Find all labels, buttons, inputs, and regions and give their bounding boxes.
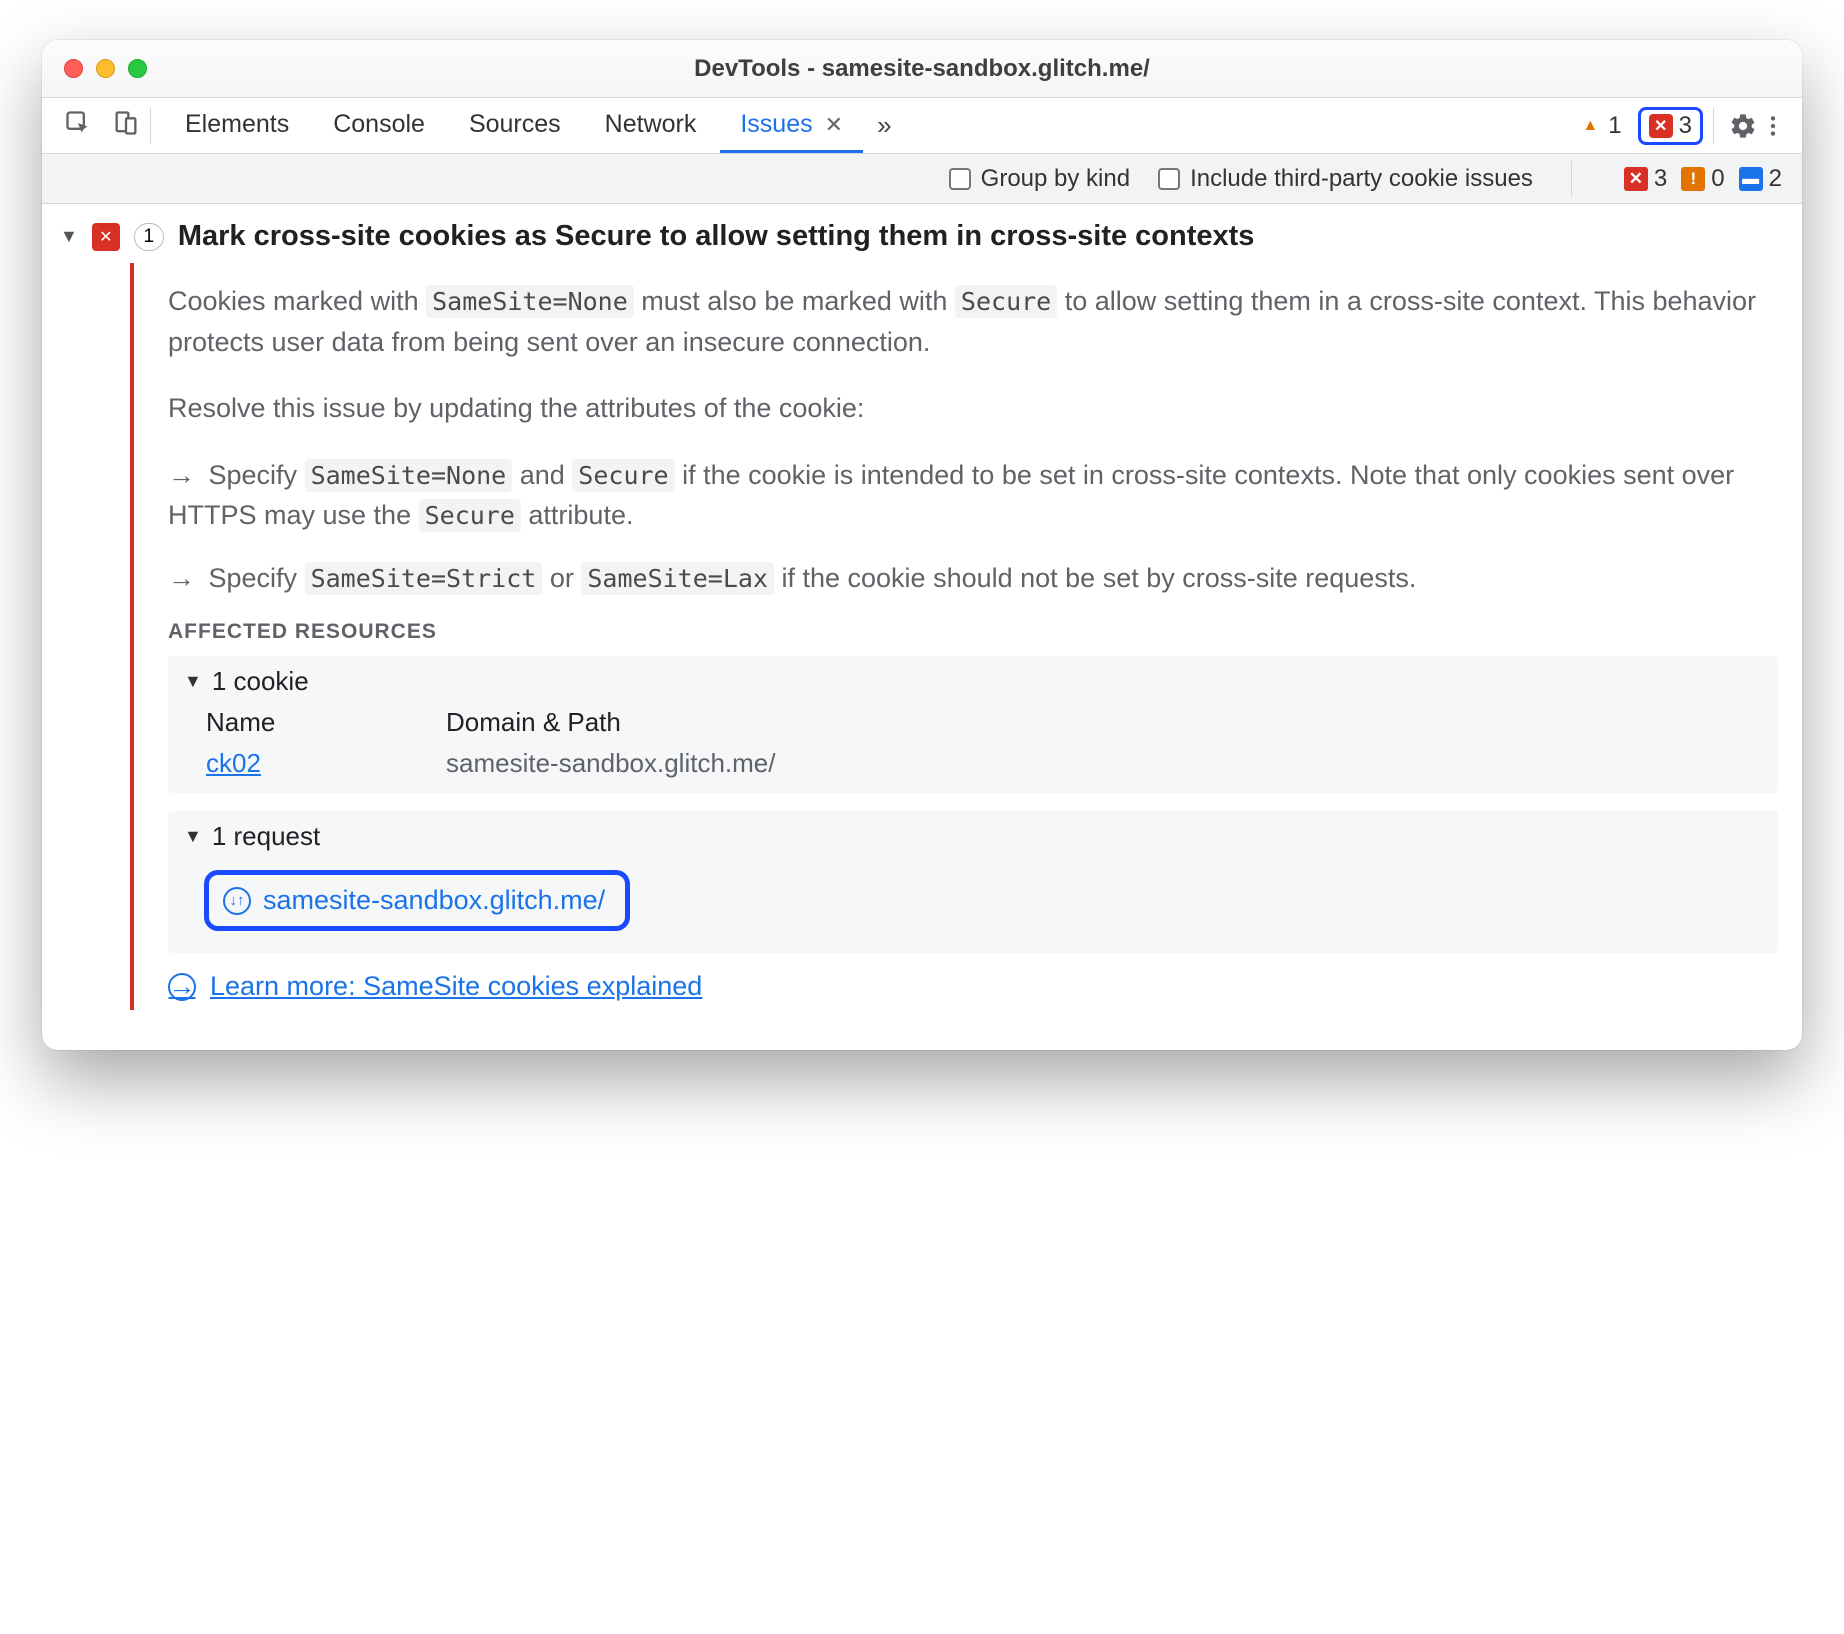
warning-icon: ▲	[1578, 114, 1602, 138]
more-tabs-icon[interactable]: »	[867, 110, 901, 141]
warning-count: 1	[1608, 112, 1621, 140]
third-party-cookie-checkbox[interactable]: Include third-party cookie issues	[1158, 165, 1533, 193]
network-request-icon: ↓↑	[223, 887, 251, 915]
column-domain: Domain & Path	[446, 707, 1762, 738]
info-chip-icon: ▬	[1739, 167, 1763, 191]
disclosure-triangle-icon: ▼	[184, 826, 202, 847]
disclosure-triangle-icon: ▼	[184, 671, 202, 692]
cookie-domain-value: samesite-sandbox.glitch.me/	[446, 748, 1762, 779]
open-external-icon: →	[168, 973, 196, 1001]
third-party-label: Include third-party cookie issues	[1190, 165, 1533, 193]
issue-count-pill: 1	[134, 223, 164, 251]
device-toolbar-icon[interactable]	[112, 109, 140, 142]
improvement-counter[interactable]: ▬ 2	[1739, 165, 1782, 193]
issue-body: Cookies marked with SameSite=None must a…	[130, 263, 1778, 1010]
issue-kind-counters: ✕ 3 ! 0 ▬ 2	[1624, 165, 1782, 193]
disclosure-triangle-icon[interactable]: ▼	[60, 226, 78, 247]
breaking-change-counter[interactable]: ! 0	[1681, 165, 1724, 193]
tab-issues[interactable]: Issues ✕	[720, 98, 863, 153]
settings-icon[interactable]	[1728, 111, 1758, 141]
separator	[1713, 108, 1714, 144]
affected-cookies-panel: ▼ 1 cookie Name Domain & Path ck02 sames…	[168, 656, 1778, 793]
window-title: DevTools - samesite-sandbox.glitch.me/	[42, 55, 1802, 83]
affected-requests-header[interactable]: ▼ 1 request	[184, 821, 1762, 852]
cookie-table: Name Domain & Path ck02 samesite-sandbox…	[184, 707, 1762, 779]
panel-tabs: Elements Console Sources Network Issues …	[165, 98, 902, 153]
affected-resources-label: AFFECTED RESOURCES	[168, 620, 1778, 644]
affected-request-link[interactable]: ↓↑ samesite-sandbox.glitch.me/	[204, 870, 630, 931]
tab-issues-label: Issues	[740, 110, 812, 139]
error-count: 3	[1679, 112, 1692, 140]
group-by-kind-label: Group by kind	[981, 165, 1130, 193]
warnings-counter[interactable]: ▲ 1	[1568, 108, 1631, 144]
error-chip-icon: ✕	[1624, 167, 1648, 191]
toolbar-counters: ▲ 1 ✕ 3	[1568, 107, 1703, 145]
arrow-right-icon: →	[168, 460, 195, 490]
close-tab-icon[interactable]: ✕	[825, 112, 843, 138]
inspect-element-icon[interactable]	[64, 109, 92, 142]
more-options-icon[interactable]	[1758, 111, 1788, 141]
issue-header[interactable]: ▼ ✕ 1 Mark cross-site cookies as Secure …	[60, 220, 1778, 253]
page-error-icon: ✕	[92, 223, 120, 251]
arrow-right-icon: →	[168, 563, 195, 593]
issues-options-bar: Group by kind Include third-party cookie…	[42, 154, 1802, 204]
column-name: Name	[206, 707, 446, 738]
checkbox-icon	[1158, 168, 1180, 190]
issue-title: Mark cross-site cookies as Secure to all…	[178, 220, 1255, 253]
tab-elements[interactable]: Elements	[165, 98, 309, 153]
issues-list: ▼ ✕ 1 Mark cross-site cookies as Secure …	[42, 204, 1802, 1050]
group-by-kind-checkbox[interactable]: Group by kind	[949, 165, 1130, 193]
warning-chip-icon: !	[1681, 167, 1705, 191]
error-icon: ✕	[1649, 114, 1673, 138]
affected-requests-panel: ▼ 1 request ↓↑ samesite-sandbox.glitch.m…	[168, 811, 1778, 953]
affected-cookies-header[interactable]: ▼ 1 cookie	[184, 666, 1762, 697]
checkbox-icon	[949, 168, 971, 190]
titlebar: DevTools - samesite-sandbox.glitch.me/	[42, 40, 1802, 98]
tab-network[interactable]: Network	[585, 98, 717, 153]
main-toolbar: Elements Console Sources Network Issues …	[42, 98, 1802, 154]
issue-description-1: Cookies marked with SameSite=None must a…	[168, 281, 1778, 362]
errors-counter[interactable]: ✕ 3	[1638, 107, 1703, 145]
devtools-window: DevTools - samesite-sandbox.glitch.me/ E…	[42, 40, 1802, 1050]
page-errors-counter[interactable]: ✕ 3	[1624, 165, 1667, 193]
separator	[150, 108, 151, 144]
learn-more-link[interactable]: → Learn more: SameSite cookies explained	[168, 971, 1778, 1002]
tab-console[interactable]: Console	[313, 98, 445, 153]
tab-sources[interactable]: Sources	[449, 98, 581, 153]
issue-description-2: Resolve this issue by updating the attri…	[168, 388, 1778, 429]
resolution-bullet-1: → Specify SameSite=None and Secure if th…	[168, 455, 1778, 536]
separator	[1571, 161, 1572, 197]
cookie-name-link[interactable]: ck02	[206, 748, 261, 778]
resolution-bullet-2: → Specify SameSite=Strict or SameSite=La…	[168, 558, 1778, 599]
